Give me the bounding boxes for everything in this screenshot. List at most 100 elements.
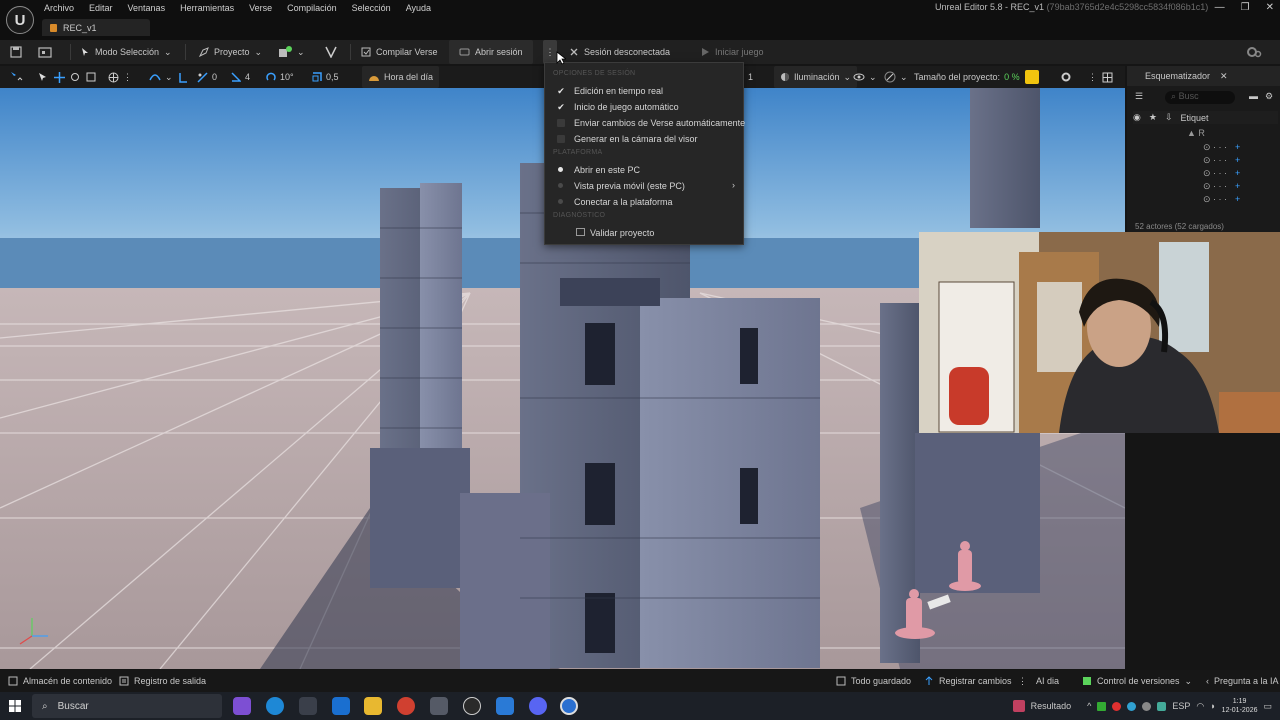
register-changes-button[interactable]: Registrar cambios [924,670,1012,692]
performance-button[interactable] [1025,66,1039,88]
close-icon[interactable]: ✕ [1220,71,1228,82]
list-item[interactable]: ⊙ · · · + [1127,141,1277,153]
record-icon[interactable] [1112,701,1122,711]
list-item[interactable]: ⊙ · · · + [1127,167,1277,179]
menu-archivo[interactable]: Archivo [44,3,74,13]
content-icon[interactable] [38,40,52,64]
menu-compilacion[interactable]: Compilación [287,3,337,13]
compile-verse-button[interactable]: Compilar Verse [361,40,438,64]
rotation-snap-button[interactable]: 10° [266,66,294,88]
menu-editar[interactable]: Editar [89,3,113,13]
lighting-button[interactable]: Iluminación ⌄ [774,66,858,88]
tray-app-icon[interactable] [1142,701,1152,711]
all-saved-button[interactable]: Todo guardado [836,670,911,692]
notification-icon[interactable]: ▭ [1263,701,1272,712]
surface-snap-icon[interactable]: ⌄ [149,66,173,88]
time-of-day-button[interactable]: Hora del día [362,66,440,88]
location-snap-button[interactable]: 0 [197,66,217,88]
viewport-settings-gear-icon[interactable] [1060,66,1072,88]
vscode-icon[interactable] [496,697,514,715]
open-session-button[interactable]: Abrir sesión [449,40,533,64]
menu-item-connect-platform[interactable]: Conectar a la plataforma [545,194,743,209]
more-options-icon[interactable]: ⋮ [1088,66,1097,88]
visibility-icon[interactable]: ◉ [1133,112,1141,123]
start-game-button[interactable]: Iniciar juego [701,40,764,64]
document-tab[interactable]: REC_v1 [42,19,150,36]
session-options-button[interactable]: ⋮ [543,40,557,64]
menu-item-open-pc[interactable]: Abrir en este PC [545,162,743,177]
taskbar-search-input[interactable]: ⌕ Buscar [32,694,222,718]
menu-item-auto-start[interactable]: ✔ Inicio de juego automático [545,99,743,114]
epic-icon[interactable] [463,697,481,715]
close-icon[interactable]: ✕ [1266,2,1274,13]
edge-icon[interactable] [266,697,284,715]
scale-snap-button[interactable]: 0,5 [312,66,339,88]
menu-item-validate-project[interactable]: Validar proyecto [545,225,743,240]
menu-item-auto-push-verse[interactable]: Enviar cambios de Verse automáticamente [545,115,745,130]
menu-item-spawn-camera[interactable]: Generar en la cámara del visor [545,131,743,146]
save-icon[interactable] [10,40,22,64]
list-item[interactable]: ⊙ · · · + [1127,154,1277,166]
outliner-search-input[interactable]: ⌕ Busc [1165,91,1235,104]
windows-start-icon[interactable] [9,700,21,714]
verse-icon[interactable] [325,40,337,64]
content-browser-button[interactable]: Almacén de contenido [8,670,112,692]
project-button[interactable]: Proyecto ⌄ [199,40,262,64]
move-tool-icon[interactable] [54,66,65,88]
grid-snap-button[interactable] [178,66,188,88]
version-control-button[interactable]: Control de versiones ⌄ [1082,670,1192,692]
settings-gear-icon[interactable]: ⚙ [1265,91,1273,102]
store-icon[interactable] [299,697,317,715]
language-label[interactable]: ESP [1172,701,1190,711]
menu-herramientas[interactable]: Herramientas [180,3,234,13]
pin-icon[interactable]: ⇩ [1165,112,1173,123]
angle-snap-button[interactable]: 4 [231,66,250,88]
menu-ayuda[interactable]: Ayuda [406,3,431,13]
copilot-icon[interactable] [233,697,251,715]
menu-verse[interactable]: Verse [249,3,272,13]
filter-icon[interactable]: ☰ [1135,91,1143,102]
wifi-icon[interactable]: ◠ [1196,701,1204,712]
chrome-icon[interactable] [397,697,415,715]
clock[interactable]: 1:19 12-01-2026 [1222,697,1258,715]
result-app-icon[interactable] [1012,700,1025,712]
list-item[interactable]: ▲ R [1127,127,1277,139]
mode-select-button[interactable]: Modo Selección ⌄ [80,40,172,64]
outliner-title[interactable]: Esquematizador [1145,71,1210,81]
file-explorer-icon[interactable] [364,697,382,715]
view-mode-button[interactable]: 1 [748,66,753,88]
select-tool-icon[interactable] [38,66,47,88]
show-flags-button[interactable]: ⌄ [853,66,877,88]
tray-app-icon[interactable] [1097,701,1107,711]
menu-item-mobile-preview[interactable]: Vista previa móvil (este PC) › [545,178,743,193]
settings-gear-icon[interactable] [1246,40,1262,64]
unreal-logo-icon[interactable]: U [6,6,34,34]
viewport-menu-icon[interactable] [10,66,24,88]
folder-icon[interactable]: ▬ [1249,91,1258,101]
discord-icon[interactable] [529,697,547,715]
star-icon[interactable]: ★ [1149,112,1157,123]
maximize-icon[interactable]: ❐ [1241,2,1250,13]
world-space-icon[interactable]: ⋮ [108,66,132,88]
rotate-tool-icon[interactable] [70,66,80,88]
realtime-button[interactable]: ⌄ [884,66,908,88]
list-item[interactable]: ⊙ · · · + [1127,193,1277,205]
app-icon[interactable] [430,697,448,715]
menu-item-realtime-edit[interactable]: ✔ Edición en tiempo real [545,83,743,98]
layout-icon[interactable] [1102,66,1113,88]
ask-ai-button[interactable]: ‹ Pregunta a la IA [1206,670,1279,692]
output-log-button[interactable]: Registro de salida [119,670,206,692]
menu-ventanas[interactable]: Ventanas [128,3,166,13]
scale-tool-icon[interactable] [86,66,96,88]
minimize-icon[interactable]: — [1215,2,1225,13]
add-actor-button[interactable]: ⌄ [278,40,305,64]
more-options-icon[interactable]: ⋮ [1018,670,1027,692]
mail-icon[interactable] [332,697,350,715]
volume-icon[interactable]: ◗ [1210,701,1215,711]
tray-app-icon[interactable] [1127,701,1137,711]
tray-app-icon[interactable] [1157,701,1167,711]
result-label[interactable]: Resultado [1031,701,1072,711]
ai-button[interactable]: AI dia [1036,670,1059,692]
menu-seleccion[interactable]: Selección [352,3,391,13]
list-item[interactable]: ⊙ · · · + [1127,180,1277,192]
